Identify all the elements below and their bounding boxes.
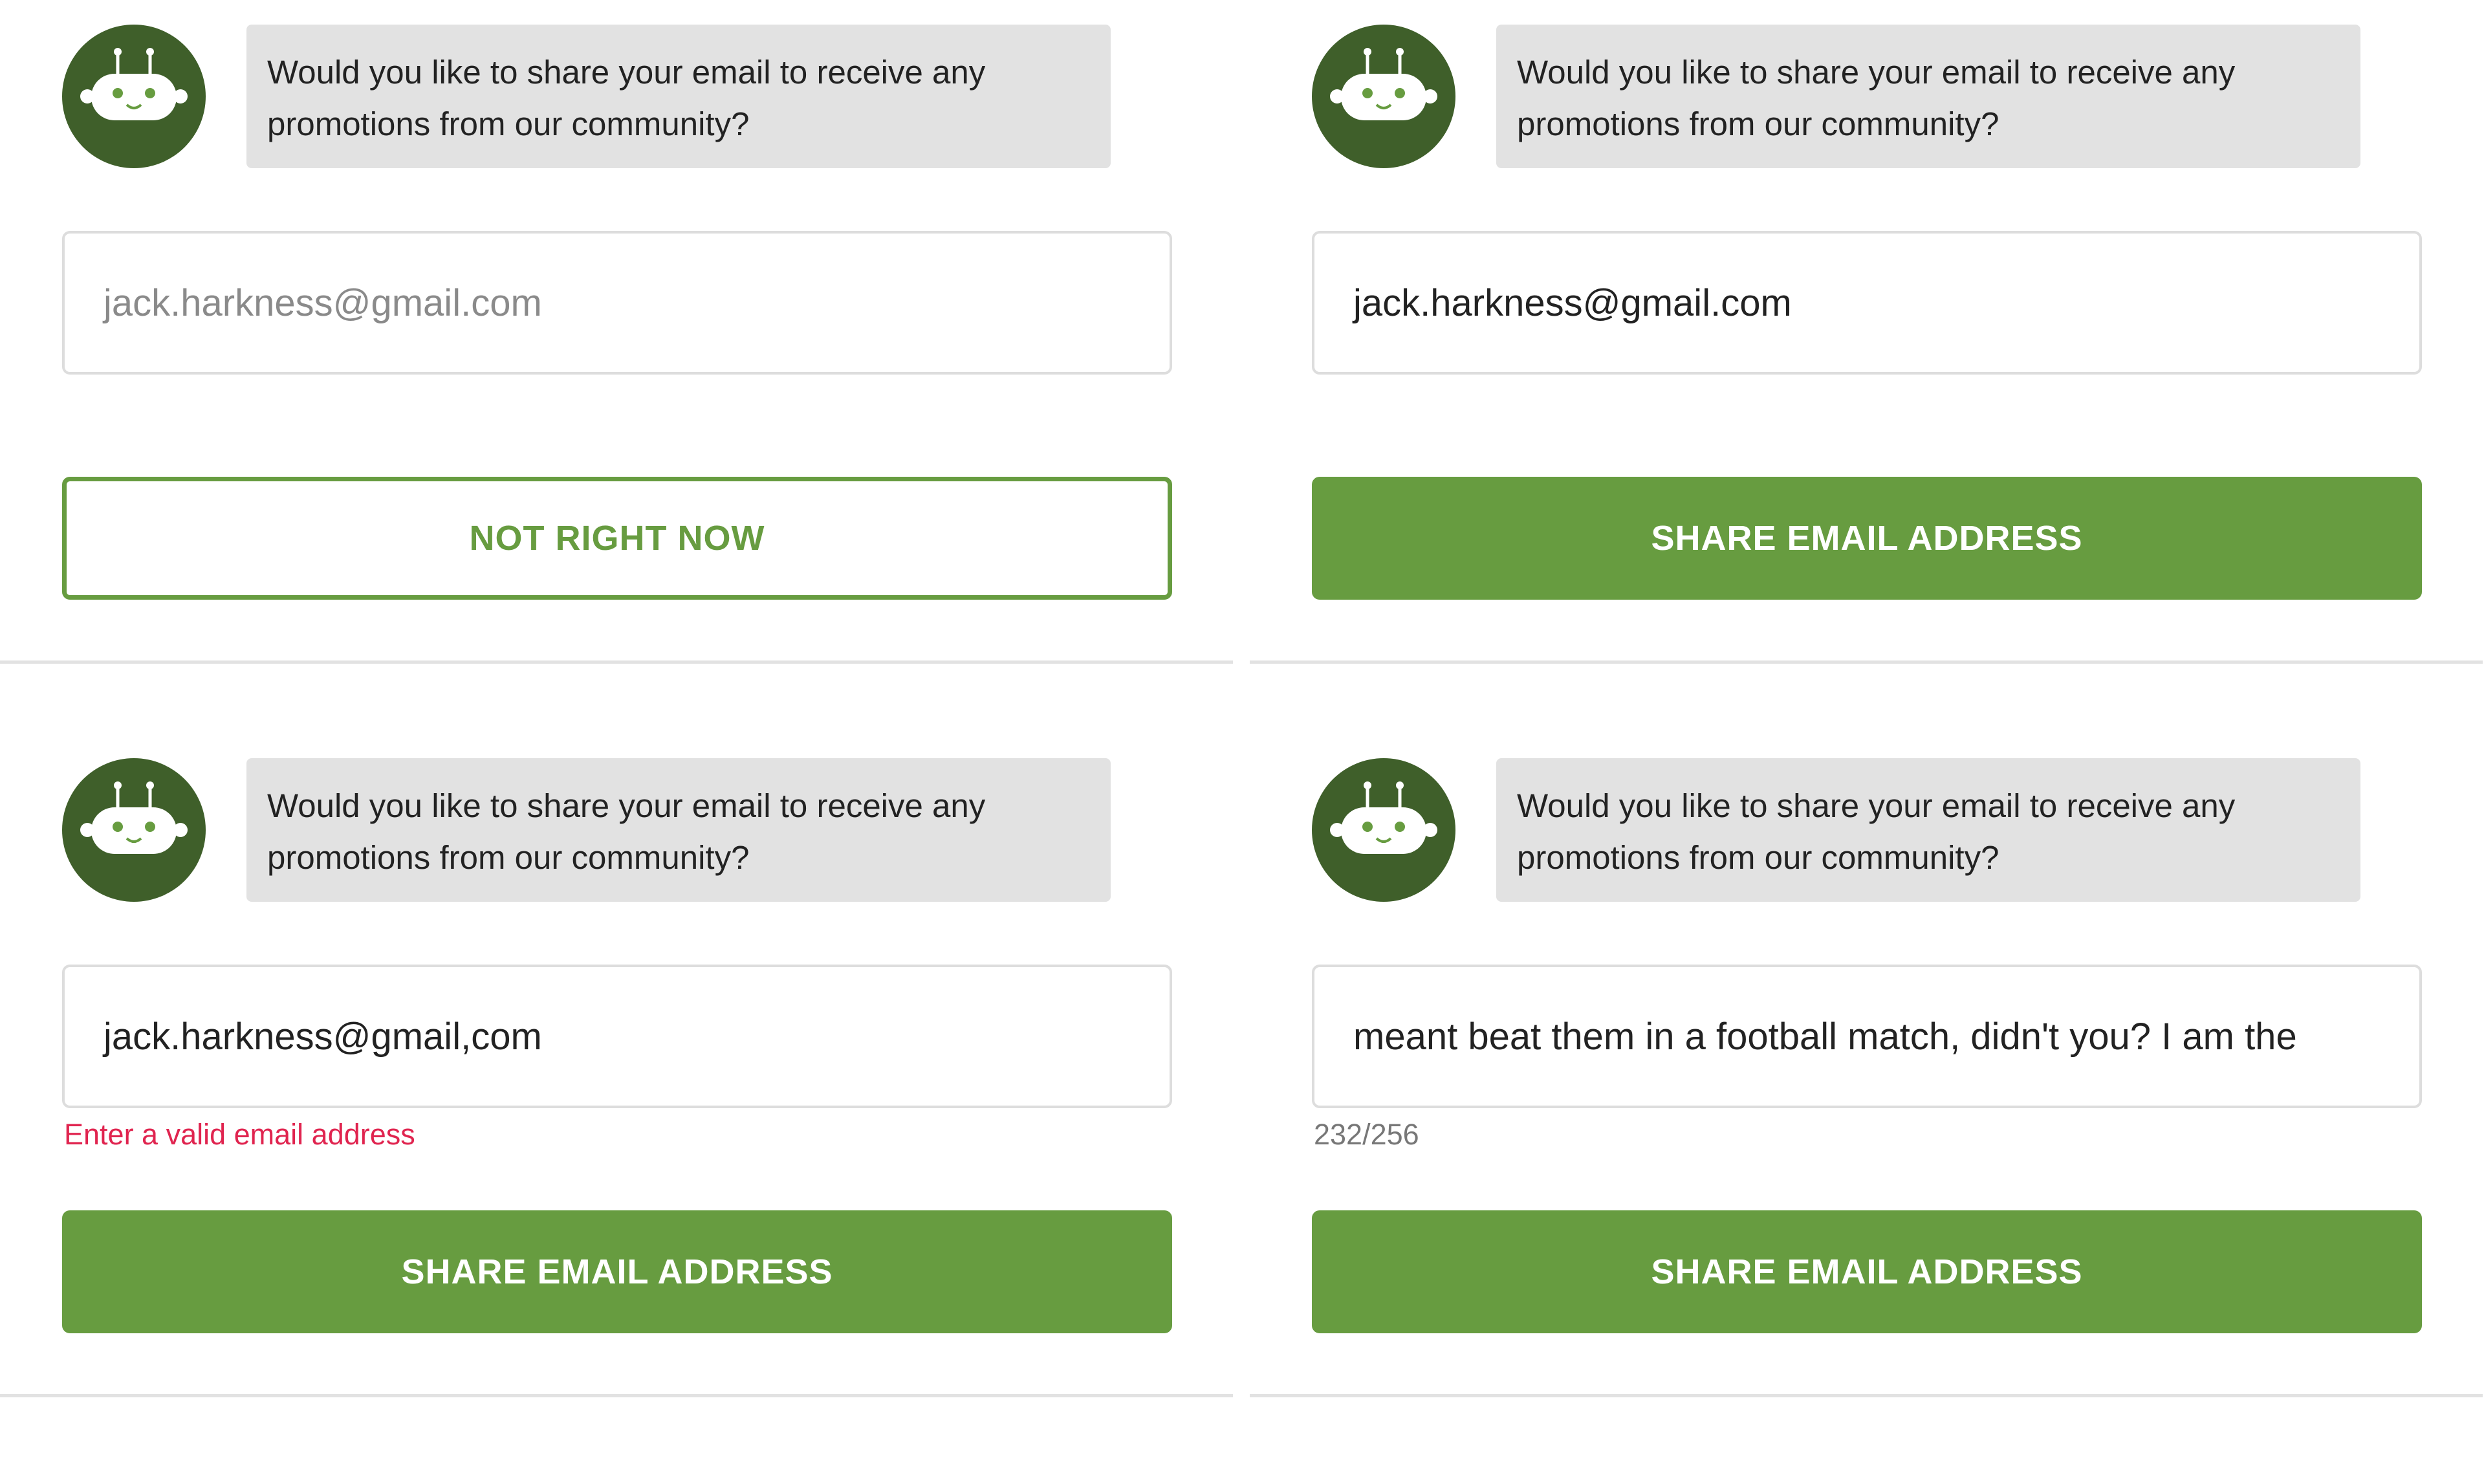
divider — [0, 1394, 1233, 1397]
share-email-button[interactable]: SHARE EMAIL ADDRESS — [62, 1210, 1172, 1333]
email-prompt-panel-2: Would you like to share your email to re… — [1250, 0, 2483, 732]
robot-icon — [80, 781, 188, 854]
email-prompt-panel-3: Would you like to share your email to re… — [0, 734, 1233, 1466]
email-input[interactable]: jack.harkness@gmail,com — [62, 965, 1172, 1108]
email-error-text: Enter a valid email address — [64, 1118, 415, 1151]
bot-avatar — [1312, 758, 1455, 902]
character-counter: 232/256 — [1314, 1118, 1419, 1151]
divider — [1250, 1394, 2483, 1397]
email-prompt-panel-1: Would you like to share your email to re… — [0, 0, 1233, 732]
divider — [0, 660, 1233, 664]
email-prompt-panel-4: Would you like to share your email to re… — [1250, 734, 2483, 1466]
divider — [1250, 660, 2483, 664]
bot-avatar — [1312, 25, 1455, 168]
share-email-button[interactable]: SHARE EMAIL ADDRESS — [1312, 1210, 2422, 1333]
email-input[interactable]: jack.harkness@gmail.com — [62, 231, 1172, 375]
bot-avatar — [62, 25, 206, 168]
robot-icon — [1330, 48, 1437, 120]
bot-message-bubble: Would you like to share your email to re… — [1496, 758, 2360, 902]
share-email-button[interactable]: SHARE EMAIL ADDRESS — [1312, 477, 2422, 600]
email-input[interactable]: meant beat them in a football match, did… — [1312, 965, 2422, 1108]
not-right-now-button[interactable]: NOT RIGHT NOW — [62, 477, 1172, 600]
bot-message-bubble: Would you like to share your email to re… — [246, 25, 1111, 168]
robot-icon — [80, 48, 188, 120]
email-input[interactable]: jack.harkness@gmail.com — [1312, 231, 2422, 375]
bot-avatar — [62, 758, 206, 902]
bot-message-bubble: Would you like to share your email to re… — [1496, 25, 2360, 168]
robot-icon — [1330, 781, 1437, 854]
bot-message-bubble: Would you like to share your email to re… — [246, 758, 1111, 902]
